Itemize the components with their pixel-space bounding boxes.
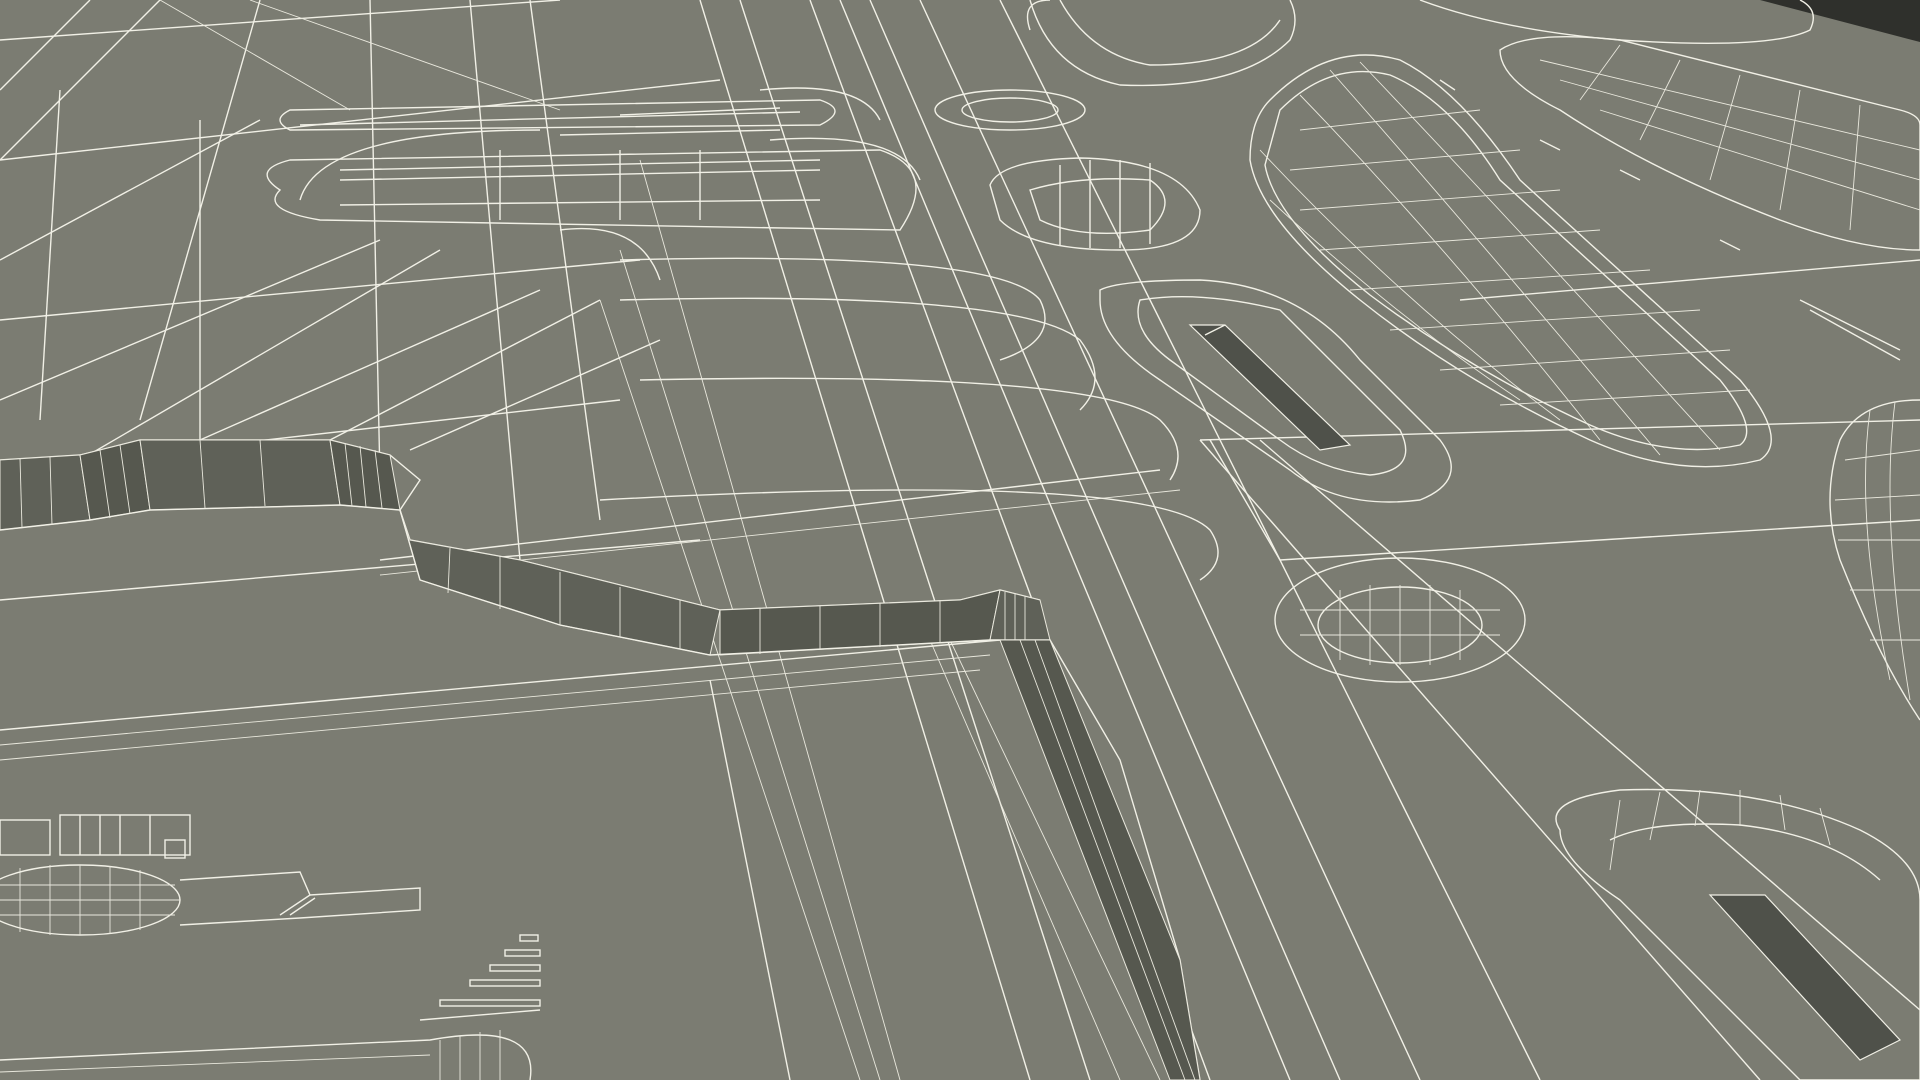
wireframe-scene (0, 0, 1920, 1080)
